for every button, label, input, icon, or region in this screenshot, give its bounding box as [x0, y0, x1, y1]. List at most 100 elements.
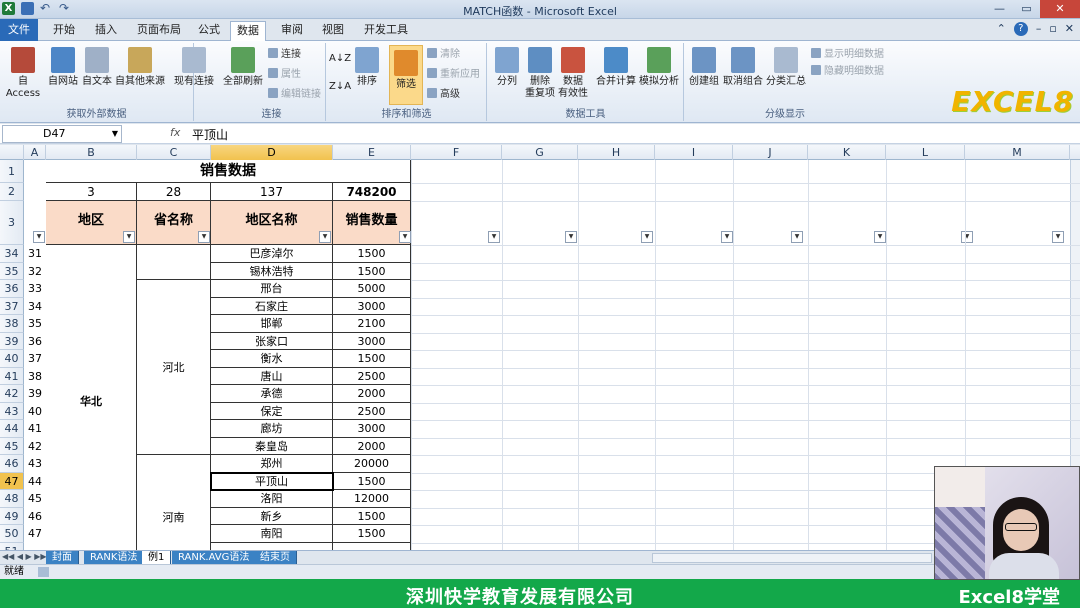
column-header-l[interactable]: L: [886, 145, 965, 160]
sales-qty-cell[interactable]: 1500: [333, 525, 411, 543]
row-index-cell[interactable]: 43: [24, 455, 46, 473]
row-header[interactable]: 40: [0, 350, 24, 368]
sales-qty-cell[interactable]: 1500: [333, 507, 411, 525]
row-index-cell[interactable]: 32: [24, 263, 46, 281]
filter-dropdown-icon[interactable]: ▼: [874, 231, 886, 243]
tab-developer[interactable]: 开发工具: [358, 21, 414, 41]
province-merged-cell[interactable]: 河北: [137, 280, 211, 455]
column-header-a[interactable]: A: [24, 145, 46, 160]
filter-dropdown-icon[interactable]: ▼: [791, 231, 803, 243]
sales-qty-cell[interactable]: 2500: [333, 402, 411, 420]
row-header[interactable]: 34: [0, 245, 24, 263]
row-header[interactable]: 38: [0, 315, 24, 333]
row-index-cell[interactable]: 35: [24, 315, 46, 333]
count-cell[interactable]: 748200: [333, 183, 411, 201]
column-header-h[interactable]: H: [578, 145, 655, 160]
column-header-d[interactable]: D: [211, 145, 333, 160]
row-header[interactable]: 1: [0, 160, 24, 183]
sheet-tab-example1[interactable]: 例1: [142, 551, 172, 564]
province-merged-cell[interactable]: 河南: [137, 455, 211, 550]
macro-record-icon[interactable]: [38, 567, 49, 577]
count-cell[interactable]: 3: [46, 183, 137, 201]
filter-dropdown-icon[interactable]: ▼: [721, 231, 733, 243]
tab-formulas[interactable]: 公式: [192, 21, 226, 41]
horizontal-scrollbar[interactable]: [652, 553, 932, 563]
area-name-cell[interactable]: 洛阳: [211, 490, 333, 508]
sales-qty-cell[interactable]: 1500: [333, 262, 411, 280]
row-index-cell[interactable]: 39: [24, 385, 46, 403]
area-name-cell[interactable]: 锡林浩特: [211, 262, 333, 280]
row-index-cell[interactable]: 44: [24, 473, 46, 491]
count-cell[interactable]: 137: [211, 183, 333, 201]
sales-qty-cell[interactable]: 2000: [333, 437, 411, 455]
row-header[interactable]: 50: [0, 525, 24, 543]
sales-qty-cell[interactable]: 1500: [333, 350, 411, 368]
filter-dropdown-icon[interactable]: ▼: [399, 231, 411, 243]
workbook-minimize-icon[interactable]: –: [1036, 22, 1042, 36]
sheet-tab-rank-avg[interactable]: RANK.AVG语法: [172, 551, 257, 564]
row-header[interactable]: 35: [0, 262, 24, 280]
area-name-cell[interactable]: [211, 542, 333, 550]
sheet-title[interactable]: 销售数据: [46, 160, 411, 183]
what-if-button[interactable]: 模拟分析: [638, 47, 680, 88]
workbook-restore-icon[interactable]: ▫: [1049, 22, 1056, 36]
row-index-cell[interactable]: 42: [24, 438, 46, 456]
name-box[interactable]: D47 ▼: [2, 125, 122, 143]
area-name-cell[interactable]: 邢台: [211, 280, 333, 298]
row-index-cell[interactable]: 45: [24, 490, 46, 508]
row-header[interactable]: 2: [0, 183, 24, 201]
row-header[interactable]: 43: [0, 402, 24, 420]
tab-data[interactable]: 数据: [230, 21, 266, 42]
filter-dropdown-icon[interactable]: ▼: [488, 231, 500, 243]
reapply-button[interactable]: 重新应用: [427, 68, 480, 81]
area-name-cell[interactable]: 唐山: [211, 367, 333, 385]
row-header[interactable]: 3: [0, 201, 24, 245]
area-name-cell[interactable]: 衡水: [211, 350, 333, 368]
row-index-cell[interactable]: 47: [24, 525, 46, 543]
chevron-down-icon[interactable]: ▼: [112, 126, 118, 142]
area-name-cell[interactable]: 保定: [211, 402, 333, 420]
minimize-button[interactable]: —: [986, 0, 1013, 18]
maximize-button[interactable]: ▭: [1013, 0, 1040, 18]
filter-dropdown-icon[interactable]: ▼: [198, 231, 210, 243]
text-to-columns-button[interactable]: 分列: [492, 47, 522, 88]
sales-qty-cell[interactable]: 5000: [333, 280, 411, 298]
filter-dropdown-icon[interactable]: ▼: [123, 231, 135, 243]
column-header-k[interactable]: K: [808, 145, 886, 160]
area-name-cell[interactable]: 邯郸: [211, 315, 333, 333]
refresh-all-button[interactable]: 全部刷新: [222, 47, 264, 88]
advanced-filter-button[interactable]: 高级: [427, 88, 460, 101]
row-header[interactable]: 46: [0, 455, 24, 473]
row-header[interactable]: 47: [0, 472, 24, 490]
sales-qty-cell[interactable]: 3000: [333, 297, 411, 315]
sales-qty-cell[interactable]: 1500: [333, 472, 411, 490]
count-cell[interactable]: 28: [137, 183, 211, 201]
row-index-cell[interactable]: 37: [24, 350, 46, 368]
tab-home[interactable]: 开始: [47, 21, 81, 41]
filter-dropdown-icon[interactable]: ▼: [961, 231, 973, 243]
consolidate-button[interactable]: 合并计算: [594, 47, 638, 88]
row-index-cell[interactable]: 36: [24, 333, 46, 351]
area-name-cell[interactable]: 南阳: [211, 525, 333, 543]
data-validation-button[interactable]: 数据 有效性: [558, 47, 588, 100]
filter-button[interactable]: 筛选: [389, 45, 423, 105]
sales-qty-cell[interactable]: 12000: [333, 490, 411, 508]
column-header-m[interactable]: M: [965, 145, 1070, 160]
row-header[interactable]: 48: [0, 490, 24, 508]
tab-insert[interactable]: 插入: [89, 21, 123, 41]
ungroup-button[interactable]: 取消组合: [723, 47, 763, 88]
row-header[interactable]: 44: [0, 420, 24, 438]
column-header-b[interactable]: B: [46, 145, 137, 160]
column-header-c[interactable]: C: [137, 145, 211, 160]
clear-filter-button[interactable]: 清除: [427, 48, 460, 61]
show-detail-button[interactable]: 显示明细数据: [811, 48, 884, 61]
sort-button[interactable]: 排序: [351, 47, 383, 88]
filter-dropdown-icon[interactable]: ▼: [319, 231, 331, 243]
area-name-cell[interactable]: 廊坊: [211, 420, 333, 438]
region-merged-cell[interactable]: 华北: [46, 245, 137, 550]
insert-function-icon[interactable]: fx: [170, 126, 180, 139]
from-other-button[interactable]: 自其他来源: [114, 47, 166, 88]
row-index-cell[interactable]: 31: [24, 245, 46, 263]
subtotal-button[interactable]: 分类汇总: [765, 47, 807, 88]
sales-qty-cell[interactable]: 2500: [333, 367, 411, 385]
